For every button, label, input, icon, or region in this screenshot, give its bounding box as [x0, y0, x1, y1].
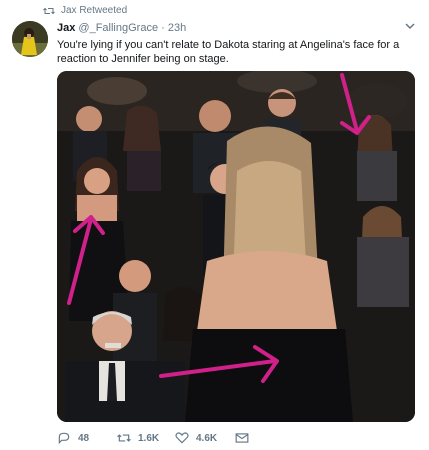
retweet-count: 1.6K: [138, 432, 160, 444]
like-icon: [175, 432, 189, 444]
tweet-text: You're lying if you can't relate to Dako…: [57, 39, 400, 65]
reply-count: 48: [78, 432, 90, 444]
avatar[interactable]: [12, 21, 48, 57]
retweet-label: Jax Retweeted: [61, 5, 128, 16]
display-name[interactable]: Jax: [57, 22, 75, 34]
direct-message-icon: [235, 433, 249, 443]
retweet-icon: [43, 7, 55, 14]
photo-illustration: [57, 71, 415, 422]
reply-button[interactable]: 48: [57, 432, 117, 444]
tweet-actions: 48 1.6K 4.6K: [57, 432, 249, 444]
tweet-photo[interactable]: [57, 71, 415, 422]
retweet-icon: [117, 434, 131, 442]
timestamp[interactable]: 23h: [168, 22, 186, 34]
like-button[interactable]: 4.6K: [175, 432, 235, 444]
retweet-context[interactable]: Jax Retweeted: [43, 5, 127, 16]
like-count: 4.6K: [196, 432, 218, 444]
direct-message-button[interactable]: [235, 432, 249, 444]
tweet-header: Jax @_FallingGrace · 23h: [57, 22, 186, 34]
separator-dot: ·: [161, 22, 165, 34]
retweet-button[interactable]: 1.6K: [117, 432, 175, 444]
chevron-down-icon[interactable]: [405, 22, 415, 30]
user-handle[interactable]: @_FallingGrace: [78, 22, 158, 34]
reply-icon: [58, 432, 70, 444]
